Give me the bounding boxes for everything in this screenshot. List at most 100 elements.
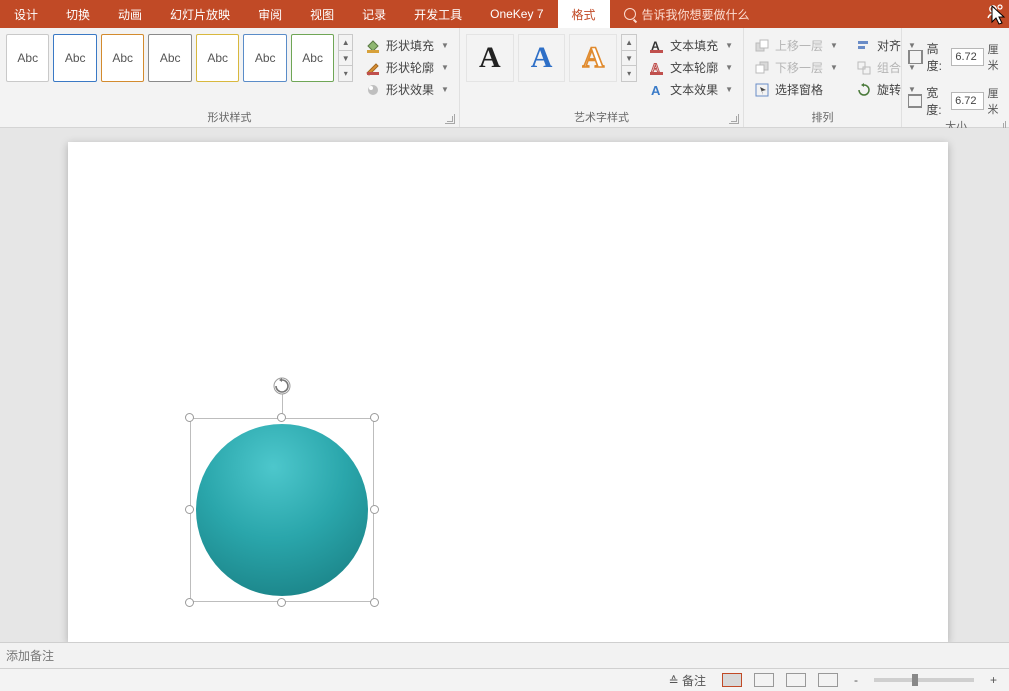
text-effects-label: 文本效果 — [670, 81, 718, 98]
shape-style-1[interactable]: Abc — [6, 34, 49, 82]
selection-pane-icon — [754, 82, 770, 98]
text-outline-icon: A — [649, 60, 665, 76]
paint-bucket-icon — [365, 38, 381, 54]
width-input[interactable]: 6.72 — [951, 92, 983, 110]
sorter-view-button[interactable] — [754, 673, 774, 687]
zoom-slider[interactable] — [874, 678, 974, 682]
tab-slideshow[interactable]: 幻灯片放映 — [156, 0, 244, 28]
tab-design[interactable]: 设计 — [0, 0, 52, 28]
resize-handle-e[interactable] — [370, 505, 379, 514]
send-backward-label: 下移一层 — [775, 59, 823, 76]
shape-style-6[interactable]: Abc — [243, 34, 286, 82]
wordart-gallery-down[interactable]: ▼ — [622, 51, 636, 67]
shape-style-3[interactable]: Abc — [101, 34, 144, 82]
bring-forward-button[interactable]: 上移一层▼ — [750, 36, 842, 55]
shape-effects-label: 形状效果 — [386, 81, 434, 98]
notes-toggle-button[interactable]: ≙ 备注 — [665, 672, 710, 689]
zoom-in-button[interactable]: + — [986, 673, 1001, 687]
height-label: 高度: — [927, 40, 948, 74]
zoom-out-button[interactable]: - — [850, 673, 862, 687]
height-unit: 厘米 — [988, 41, 1005, 73]
shape-style-5[interactable]: Abc — [196, 34, 239, 82]
shape-styles-dialog-launcher[interactable] — [445, 114, 455, 124]
resize-handle-w[interactable] — [185, 505, 194, 514]
shape-style-4[interactable]: Abc — [148, 34, 191, 82]
resize-handle-sw[interactable] — [185, 598, 194, 607]
wordart-style-1[interactable]: A — [466, 34, 514, 82]
slide-editor-area[interactable] — [0, 128, 1009, 642]
rotate-handle[interactable] — [272, 376, 292, 396]
shape-style-2[interactable]: Abc — [53, 34, 96, 82]
group-size: 高度: 6.72 厘米 宽度: 6.72 厘米 大小 — [902, 28, 1009, 127]
bring-forward-label: 上移一层 — [775, 37, 823, 54]
shape-effects-button[interactable]: 形状效果▼ — [361, 80, 453, 99]
tab-onekey[interactable]: OneKey 7 — [476, 0, 557, 28]
shape-fill-label: 形状填充 — [386, 37, 434, 54]
shape-style-7[interactable]: Abc — [291, 34, 334, 82]
tell-me-label: 告诉我你想要做什么 — [642, 6, 750, 23]
text-outline-button[interactable]: A 文本轮廓▼ — [645, 58, 737, 77]
zoom-slider-thumb[interactable] — [912, 674, 918, 686]
selection-frame — [190, 418, 374, 602]
group-shape-styles: Abc Abc Abc Abc Abc Abc Abc ▲ ▼ ▾ 形状填充▼ … — [0, 28, 460, 127]
pen-icon — [365, 60, 381, 76]
shape-outline-button[interactable]: 形状轮廓▼ — [361, 58, 453, 77]
wordart-style-3[interactable]: A — [569, 34, 617, 82]
effects-icon — [365, 82, 381, 98]
tab-transition[interactable]: 切换 — [52, 0, 104, 28]
send-backward-button[interactable]: 下移一层▼ — [750, 58, 842, 77]
rotate-label: 旋转 — [877, 81, 901, 98]
text-effects-button[interactable]: A 文本效果▼ — [645, 80, 737, 99]
status-bar: ≙ 备注 - + — [0, 668, 1009, 691]
send-backward-icon — [754, 60, 770, 76]
width-label: 宽度: — [926, 84, 947, 118]
wordart-gallery-more[interactable]: ▾ — [622, 66, 636, 81]
notes-pane[interactable]: 添加备注 — [0, 642, 1009, 668]
tab-animation[interactable]: 动画 — [104, 0, 156, 28]
group-label-arrange: 排列 — [744, 107, 901, 127]
reading-view-button[interactable] — [786, 673, 806, 687]
wordart-dialog-launcher[interactable] — [729, 114, 739, 124]
ribbon-tab-bar: 设计 切换 动画 幻灯片放映 审阅 视图 记录 开发工具 OneKey 7 格式… — [0, 0, 1009, 28]
tab-format[interactable]: 格式 — [558, 0, 610, 28]
tab-developer[interactable]: 开发工具 — [400, 0, 476, 28]
wordart-style-2[interactable]: A — [518, 34, 566, 82]
resize-handle-nw[interactable] — [185, 413, 194, 422]
gallery-down-button[interactable]: ▼ — [339, 51, 352, 67]
gallery-up-button[interactable]: ▲ — [339, 35, 352, 51]
tab-view[interactable]: 视图 — [296, 0, 348, 28]
slideshow-view-button[interactable] — [818, 673, 838, 687]
resize-handle-ne[interactable] — [370, 413, 379, 422]
text-fill-label: 文本填充 — [670, 37, 718, 54]
bring-forward-icon — [754, 38, 770, 54]
ribbon: Abc Abc Abc Abc Abc Abc Abc ▲ ▼ ▾ 形状填充▼ … — [0, 28, 1009, 128]
height-input[interactable]: 6.72 — [951, 48, 983, 66]
selected-shape[interactable] — [190, 418, 374, 602]
resize-handle-s[interactable] — [277, 598, 286, 607]
shape-fill-button[interactable]: 形状填充▼ — [361, 36, 453, 55]
group-label-wordart-styles: 艺术字样式 — [460, 107, 743, 127]
notes-placeholder: 添加备注 — [6, 647, 54, 664]
text-fill-icon: A — [649, 38, 665, 54]
group-label-shape-styles: 形状样式 — [0, 107, 459, 127]
resize-handle-se[interactable] — [370, 598, 379, 607]
wordart-gallery-up[interactable]: ▲ — [622, 35, 636, 51]
lightbulb-icon — [624, 8, 636, 20]
normal-view-button[interactable] — [722, 673, 742, 687]
shape-style-gallery-scroll: ▲ ▼ ▾ — [338, 34, 353, 82]
tab-review[interactable]: 审阅 — [244, 0, 296, 28]
wordart-gallery-scroll: ▲ ▼ ▾ — [621, 34, 637, 82]
height-icon — [908, 50, 923, 64]
text-outline-label: 文本轮廓 — [670, 59, 718, 76]
svg-text:A: A — [651, 83, 661, 98]
rotate-icon — [856, 82, 872, 98]
align-label: 对齐 — [877, 37, 901, 54]
tell-me-search[interactable]: 告诉我你想要做什么 — [610, 0, 750, 28]
align-icon — [856, 38, 872, 54]
gallery-more-button[interactable]: ▾ — [339, 66, 352, 81]
text-fill-button[interactable]: A 文本填充▼ — [645, 36, 737, 55]
tab-record[interactable]: 记录 — [348, 0, 400, 28]
group-wordart-styles: A A A ▲ ▼ ▾ A 文本填充▼ A 文本轮廓▼ A 文本效果▼ — [460, 28, 744, 127]
resize-handle-n[interactable] — [277, 413, 286, 422]
selection-pane-button[interactable]: 选择窗格 — [750, 80, 842, 99]
